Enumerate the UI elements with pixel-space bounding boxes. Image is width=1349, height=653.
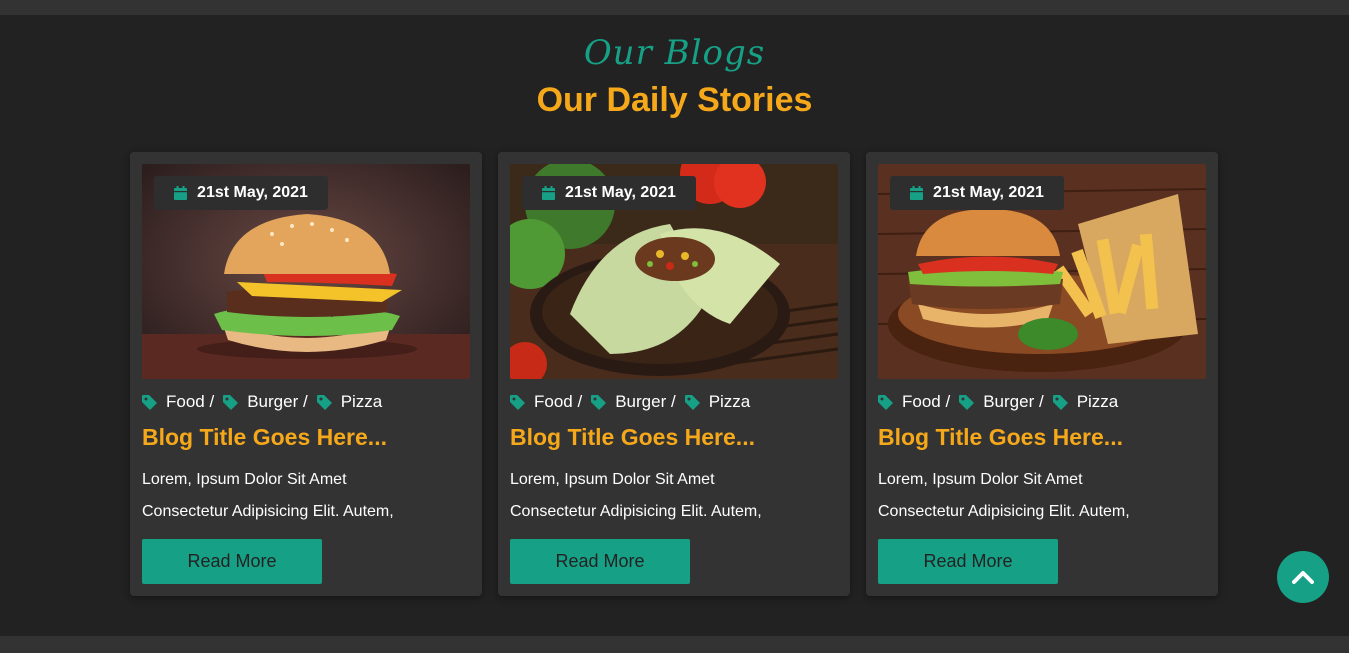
tag-label: Burger / (983, 392, 1044, 411)
tag-pizza[interactable]: Pizza (316, 392, 383, 412)
tag-icon (959, 394, 975, 410)
tag-icon (1052, 394, 1068, 410)
blog-title[interactable]: Blog Title Goes Here... (878, 424, 1123, 451)
blog-excerpt: Lorem, Ipsum Dolor Sit Amet Consectetur … (142, 464, 472, 528)
date-text: 21st May, 2021 (197, 184, 308, 201)
tag-label: Food / (902, 392, 951, 411)
blog-card: 21st May, 2021 Food / Burger / Pizza Blo… (498, 152, 850, 596)
blog-excerpt: Lorem, Ipsum Dolor Sit Amet Consectetur … (878, 464, 1208, 528)
read-more-button[interactable]: Read More (510, 539, 690, 584)
excerpt-line: Consectetur Adipisicing Elit. Autem, (510, 503, 762, 520)
tag-label: Food / (534, 392, 583, 411)
blog-card: 21st May, 2021 Food / Burger / Pizza Blo… (130, 152, 482, 596)
tag-icon (684, 394, 700, 410)
tag-list: Food / Burger / Pizza (878, 392, 1118, 412)
tag-list: Food / Burger / Pizza (142, 392, 382, 412)
excerpt-line: Lorem, Ipsum Dolor Sit Amet (142, 471, 347, 488)
tag-burger[interactable]: Burger / (591, 392, 676, 412)
top-bar (0, 0, 1349, 15)
excerpt-line: Consectetur Adipisicing Elit. Autem, (142, 503, 394, 520)
calendar-icon (542, 186, 556, 200)
excerpt-line: Lorem, Ipsum Dolor Sit Amet (510, 471, 715, 488)
tag-icon (142, 394, 157, 410)
tag-label: Food / (166, 392, 215, 411)
tag-icon (316, 394, 332, 410)
tag-label: Pizza (708, 392, 751, 411)
chevron-up-icon (1292, 571, 1314, 584)
calendar-icon (910, 186, 924, 200)
tag-list: Food / Burger / Pizza (510, 392, 750, 412)
tag-label: Pizza (340, 392, 383, 411)
date-badge: 21st May, 2021 (522, 176, 696, 210)
tag-icon (878, 394, 893, 410)
tag-food[interactable]: Food / (510, 392, 582, 412)
blog-excerpt: Lorem, Ipsum Dolor Sit Amet Consectetur … (510, 464, 840, 528)
tag-burger[interactable]: Burger / (223, 392, 308, 412)
bottom-bar (0, 636, 1349, 653)
date-text: 21st May, 2021 (565, 184, 676, 201)
scroll-to-top-button[interactable] (1277, 551, 1329, 603)
blog-title[interactable]: Blog Title Goes Here... (142, 424, 387, 451)
tag-icon (510, 394, 525, 410)
tag-label: Burger / (615, 392, 676, 411)
date-text: 21st May, 2021 (933, 184, 1044, 201)
tag-label: Pizza (1076, 392, 1119, 411)
blog-section: Our Blogs Our Daily Stories 21st May, 20… (0, 15, 1349, 636)
excerpt-line: Lorem, Ipsum Dolor Sit Amet (878, 471, 1083, 488)
excerpt-line: Consectetur Adipisicing Elit. Autem, (878, 503, 1130, 520)
read-more-button[interactable]: Read More (878, 539, 1058, 584)
read-more-button[interactable]: Read More (142, 539, 322, 584)
tag-icon (591, 394, 607, 410)
calendar-icon (174, 186, 188, 200)
blog-card: 21st May, 2021 Food / Burger / Pizza Blo… (866, 152, 1218, 596)
section-subtitle: Our Blogs (583, 33, 766, 73)
tag-food[interactable]: Food / (142, 392, 214, 412)
tag-label: Burger / (247, 392, 308, 411)
date-badge: 21st May, 2021 (154, 176, 328, 210)
blog-title[interactable]: Blog Title Goes Here... (510, 424, 755, 451)
tag-icon (223, 394, 239, 410)
section-title: Our Daily Stories (536, 81, 813, 119)
tag-food[interactable]: Food / (878, 392, 950, 412)
date-badge: 21st May, 2021 (890, 176, 1064, 210)
tag-pizza[interactable]: Pizza (684, 392, 751, 412)
tag-burger[interactable]: Burger / (959, 392, 1044, 412)
tag-pizza[interactable]: Pizza (1052, 392, 1119, 412)
